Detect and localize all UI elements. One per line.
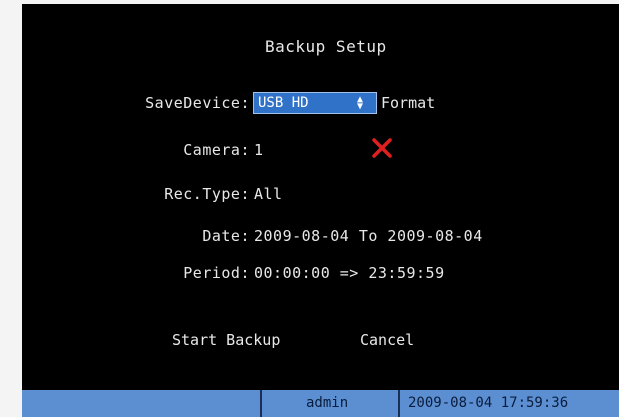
- status-datetime: 2009-08-04 17:59:36: [408, 395, 569, 411]
- save-device-select[interactable]: USB HD ▲ ▼: [253, 92, 377, 114]
- rec-type-label: Rec.Type:: [164, 185, 250, 203]
- status-bar: admin 2009-08-04 17:59:36: [22, 390, 619, 417]
- red-x-icon: [372, 138, 392, 158]
- date-label: Date:: [202, 227, 250, 245]
- dvr-screen: Backup Setup SaveDevice: USB HD ▲ ▼ Forma…: [22, 4, 619, 417]
- rec-type-value[interactable]: All: [254, 185, 283, 203]
- period-range-value[interactable]: 00:00:00 => 23:59:59: [254, 264, 445, 282]
- period-label: Period:: [183, 264, 250, 282]
- camera-value[interactable]: 1: [254, 141, 264, 159]
- format-button[interactable]: Format: [381, 94, 435, 112]
- save-device-label: SaveDevice:: [145, 94, 250, 112]
- spinner-arrows-icon[interactable]: ▲ ▼: [354, 95, 366, 112]
- date-range-value[interactable]: 2009-08-04 To 2009-08-04: [254, 227, 483, 245]
- dialog-title: Backup Setup: [265, 37, 387, 56]
- cancel-button[interactable]: Cancel: [360, 331, 414, 349]
- status-user-segment: admin: [260, 390, 394, 417]
- camera-label: Camera:: [183, 141, 250, 159]
- status-datetime-segment: 2009-08-04 17:59:36: [398, 390, 619, 417]
- save-device-value: USB HD: [258, 95, 309, 111]
- start-backup-button[interactable]: Start Backup: [172, 331, 280, 349]
- status-user: admin: [306, 395, 349, 411]
